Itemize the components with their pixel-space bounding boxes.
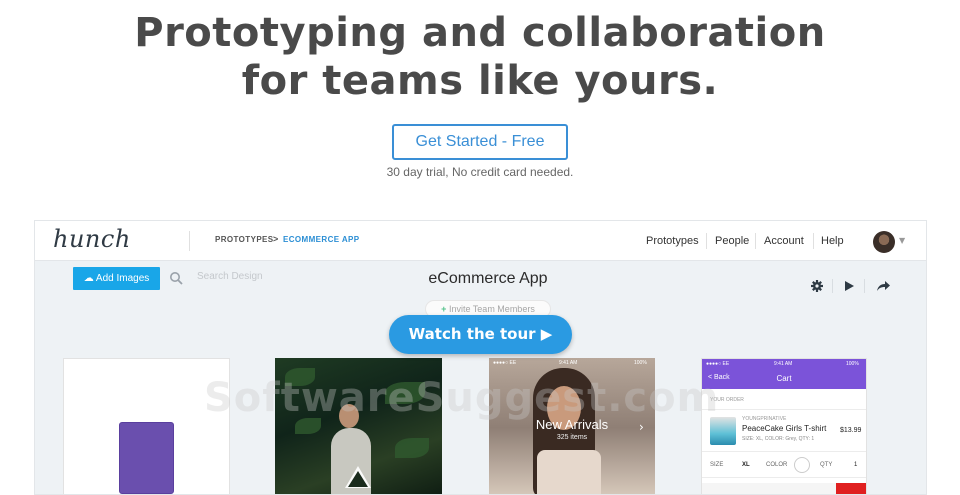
cart-footer	[702, 483, 836, 494]
color-label: COLOR	[766, 462, 788, 468]
hero-section: Prototyping and collaboration for teams …	[0, 0, 960, 210]
status-time: 9:41 AM	[774, 361, 793, 367]
qty-label: QTY	[820, 462, 833, 468]
breadcrumb-separator: >	[273, 234, 279, 244]
search-icon[interactable]	[169, 271, 183, 285]
divider	[702, 409, 866, 410]
app-preview: hunch PROTOTYPES > ECOMMERCE APP Prototy…	[34, 220, 927, 495]
leaf-decoration	[395, 438, 429, 458]
nav-account[interactable]: Account	[764, 235, 804, 247]
product-name: PeaceCake Girls T-shirt	[742, 424, 827, 433]
search-input[interactable]: Search Design	[197, 271, 263, 282]
cart-header: < Back Cart	[702, 369, 866, 389]
get-started-button[interactable]: Get Started - Free	[392, 124, 568, 160]
product-swatch	[119, 422, 174, 494]
status-bar: ●●●●○ EE 9:41 AM 100%	[489, 358, 655, 368]
product-meta: SIZE: XL, COLOR: Grey, QTY: 1	[742, 436, 815, 442]
plus-icon: +	[441, 304, 447, 314]
divider	[864, 279, 865, 293]
nav-prototypes[interactable]: Prototypes	[646, 235, 699, 247]
color-swatch	[794, 457, 810, 473]
watch-tour-button[interactable]: Watch the tour ▶	[389, 315, 572, 354]
nav-people[interactable]: People	[715, 235, 749, 247]
product-price: $13.99	[840, 427, 862, 434]
cart-title: Cart	[776, 374, 792, 383]
nav-help[interactable]: Help	[821, 235, 844, 247]
divider	[702, 477, 866, 478]
chevron-right-icon: ›	[639, 420, 644, 434]
status-bar: ●●●●○ EE 9:41 AM 100%	[702, 359, 866, 369]
status-time: 9:41 AM	[559, 360, 578, 366]
project-title: eCommerce App	[428, 270, 548, 287]
status-carrier: ●●●●○ EE	[706, 361, 730, 367]
status-battery: 100%	[846, 361, 859, 367]
share-icon[interactable]	[875, 278, 891, 294]
hero-headline-line2: for teams like yours.	[241, 58, 719, 104]
avatar[interactable]	[873, 231, 895, 253]
checkout-button	[836, 483, 866, 494]
qty-value: 1	[854, 462, 858, 468]
screen-card-cart[interactable]: ●●●●○ EE 9:41 AM 100% < Back Cart YOUR O…	[701, 358, 867, 494]
size-value: XL	[742, 462, 750, 468]
watermark: SoftwareSuggest.com	[204, 375, 720, 421]
divider	[706, 233, 707, 249]
add-images-button[interactable]: ☁ Add Images	[73, 267, 160, 290]
divider	[755, 233, 756, 249]
hunch-logo[interactable]: hunch	[53, 225, 131, 253]
app-topbar: hunch PROTOTYPES > ECOMMERCE APP Prototy…	[35, 221, 926, 261]
status-carrier: ●●●●○ EE	[493, 360, 517, 366]
product-brand: YOUNGPRINATIVE	[742, 416, 787, 422]
divider	[702, 451, 866, 452]
gear-icon[interactable]	[809, 278, 825, 294]
arrivals-count: 325 items	[556, 434, 588, 441]
breadcrumb-current[interactable]: ECOMMERCE APP	[283, 235, 359, 244]
breadcrumb-prototypes[interactable]: PROTOTYPES	[215, 235, 274, 244]
play-icon[interactable]	[841, 278, 857, 294]
trial-note: 30 day trial, No credit card needed.	[386, 165, 574, 179]
add-images-label: Add Images	[95, 273, 150, 284]
brand-logo-inner	[348, 471, 368, 487]
chevron-down-icon[interactable]: ▼	[899, 236, 905, 245]
status-battery: 100%	[634, 360, 647, 366]
divider	[832, 279, 833, 293]
divider	[813, 233, 814, 249]
hero-headline-line1: Prototyping and collaboration	[134, 10, 826, 56]
cloud-upload-icon: ☁	[83, 273, 94, 284]
product-thumbnail	[710, 417, 736, 445]
model-top	[537, 450, 601, 494]
divider	[189, 231, 190, 251]
invite-label: Invite Team Members	[448, 304, 535, 314]
size-label: SIZE	[710, 462, 724, 468]
